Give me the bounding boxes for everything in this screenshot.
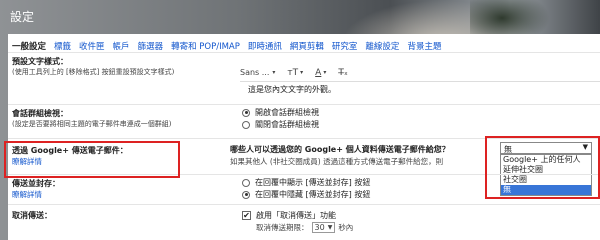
highlight-box-left xyxy=(4,141,180,178)
tab-offline[interactable]: 離線設定 xyxy=(365,40,399,52)
send-archive-show-option[interactable]: 在回覆中顯示 [傳送並封存] 按鈕 xyxy=(242,177,370,188)
settings-tabs: 一般設定 標籤 收件匣 帳戶 篩選器 轉寄和 POP/IMAP 即時通訊 網頁剪… xyxy=(12,40,449,52)
tab-chat[interactable]: 即時通訊 xyxy=(248,40,282,52)
format-toolbar: Sans ... ▾ ᴛT ▾ A ▾ T̶ₓ xyxy=(240,64,600,82)
page-title: 設定 xyxy=(10,10,35,24)
highlight-box-right xyxy=(485,136,600,199)
undo-send-period-select[interactable]: 30 ▼ xyxy=(311,222,336,233)
conversation-off-option[interactable]: 關閉會話群組檢視 xyxy=(242,119,319,130)
tab-labels[interactable]: 標籤 xyxy=(54,40,71,52)
chevron-down-icon: ▾ xyxy=(272,69,276,76)
text-size-icon[interactable]: ᴛT ▾ xyxy=(287,68,303,78)
send-archive-learn-more-link[interactable]: 瞭解詳情 xyxy=(12,189,42,200)
tab-themes[interactable]: 背景主題 xyxy=(407,40,441,52)
checkbox-checked-icon[interactable]: ✔ xyxy=(242,211,251,220)
style-sample-text: 這是您內文文字的外觀。 xyxy=(248,85,336,94)
conversation-label: 會話群組檢視： xyxy=(12,109,68,118)
radio-selected-icon[interactable] xyxy=(242,108,250,117)
clear-format-icon[interactable]: T̶ₓ xyxy=(338,68,348,78)
tab-accounts[interactable]: 帳戶 xyxy=(113,40,130,52)
tab-general[interactable]: 一般設定 xyxy=(12,40,46,52)
undo-send-enable-option[interactable]: ✔ 啟用「取消傳送」功能 xyxy=(242,210,336,221)
conversation-on-option[interactable]: 開啟會話群組檢視 xyxy=(242,107,319,118)
radio-selected-icon[interactable] xyxy=(242,190,250,199)
tab-forwarding[interactable]: 轉寄和 POP/IMAP xyxy=(171,40,240,52)
send-archive-label: 傳送並封存： xyxy=(12,179,60,188)
radio-icon[interactable] xyxy=(242,120,250,129)
default-style-label: 預設文字樣式： xyxy=(12,57,68,66)
tab-labs[interactable]: 研究室 xyxy=(332,40,358,52)
undo-send-period: 取消傳送期限： 30 ▼ 秒內 xyxy=(256,222,354,233)
tab-web-clips[interactable]: 網頁剪輯 xyxy=(290,40,324,52)
send-archive-hide-option[interactable]: 在回覆中隱藏 [傳送並封存] 按鈕 xyxy=(242,189,370,200)
undo-send-label: 取消傳送： xyxy=(12,211,52,220)
font-selector[interactable]: Sans ... ▾ xyxy=(240,68,275,77)
tab-inbox[interactable]: 收件匣 xyxy=(79,40,105,52)
gplus-sub: 如果其他人 (非社交圈成員) 透過這種方式傳送電子郵件給您，則 xyxy=(230,157,444,166)
tab-filters[interactable]: 篩選器 xyxy=(138,40,164,52)
conversation-sub: (設定是否要將相同主題的電子郵件串連成一個群組) xyxy=(12,120,172,128)
radio-icon[interactable] xyxy=(242,178,250,187)
chevron-down-icon: ▼ xyxy=(327,224,333,231)
default-style-sub: (使用工具列上的 [移除格式] 按鈕重設預設文字樣式) xyxy=(12,68,175,76)
text-color-icon[interactable]: A ▾ xyxy=(315,68,326,78)
gplus-question: 哪些人可以透過您的 Google+ 個人資料傳送電子郵件給您？ xyxy=(230,145,450,154)
